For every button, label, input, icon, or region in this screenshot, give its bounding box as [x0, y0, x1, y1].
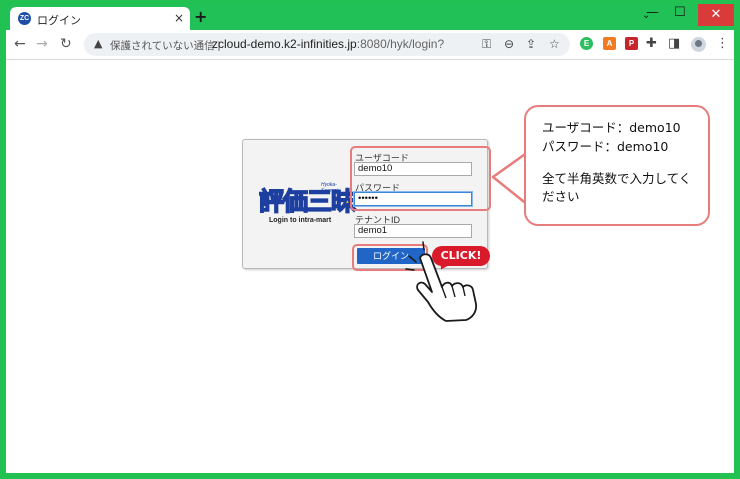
- window-close-button[interactable]: ✕: [698, 4, 734, 26]
- back-button[interactable]: ←: [14, 36, 26, 52]
- avatar[interactable]: [691, 37, 706, 52]
- click-badge: CLICK!: [432, 246, 490, 266]
- warning-icon[interactable]: ▲: [94, 37, 102, 50]
- share-icon[interactable]: ⇪: [526, 37, 536, 51]
- url-path: :8080/hyk/login?: [356, 37, 445, 51]
- minimize-button[interactable]: —: [646, 5, 659, 20]
- a-extension-icon[interactable]: A: [603, 37, 616, 50]
- menu-icon[interactable]: ⋮: [716, 36, 729, 51]
- puzzle-icon[interactable]: ✚: [646, 36, 657, 51]
- url-host: zcloud-demo.k2-infinities.jp: [212, 37, 357, 51]
- credentials-highlight: [350, 146, 491, 211]
- tab-title: ログイン: [37, 15, 81, 27]
- tab-strip: ZC ログイン × + ⌄ — ☐ ✕: [6, 4, 734, 30]
- zoom-icon[interactable]: ⊖: [504, 37, 514, 51]
- callout-instruction-1: 全て半角英数で入力してく: [542, 171, 692, 186]
- callout-user-code: ユーザコード：demo10: [542, 120, 681, 135]
- zc-favicon-icon: ZC: [18, 12, 31, 25]
- maximize-button[interactable]: ☐: [674, 5, 686, 20]
- address-bar[interactable]: ▲ 保護されていない通信 | zcloud-demo.k2-infinities…: [84, 33, 570, 56]
- forward-button[interactable]: →: [36, 36, 48, 52]
- logo-caption: Login to intra-mart: [269, 217, 332, 224]
- star-icon[interactable]: ☆: [549, 37, 560, 51]
- close-icon[interactable]: ×: [174, 11, 184, 25]
- evernote-extension-icon[interactable]: E: [580, 37, 593, 50]
- callout-instruction-2: ださい: [542, 189, 580, 204]
- login-button-highlight: [352, 244, 428, 271]
- callout-password: パスワード：demo10: [542, 139, 669, 154]
- browser-toolbar: ← → ↻ ▲ 保護されていない通信 | zcloud-demo.k2-infi…: [6, 30, 734, 60]
- new-tab-button[interactable]: +: [194, 7, 207, 26]
- security-indicator[interactable]: 保護されていない通信 |: [110, 38, 220, 53]
- reload-button[interactable]: ↻: [60, 36, 72, 52]
- side-panel-icon[interactable]: ◨: [668, 36, 680, 51]
- hyoka-sanmai-logo: 評価三昧 Hyoka-Sanmai: [258, 182, 357, 222]
- tab-login[interactable]: ZC ログイン ×: [10, 7, 190, 30]
- instruction-callout: ユーザコード：demo10 パスワード：demo10 全て半角英数で入力してく …: [524, 105, 710, 226]
- key-icon[interactable]: ⚿: [482, 37, 491, 52]
- pdf-extension-icon[interactable]: P: [625, 37, 638, 50]
- logo-subtitle: Hyoka-Sanmai: [321, 182, 338, 194]
- tenant-id-input[interactable]: demo1: [354, 224, 472, 238]
- url-text[interactable]: zcloud-demo.k2-infinities.jp:8080/hyk/lo…: [212, 37, 444, 51]
